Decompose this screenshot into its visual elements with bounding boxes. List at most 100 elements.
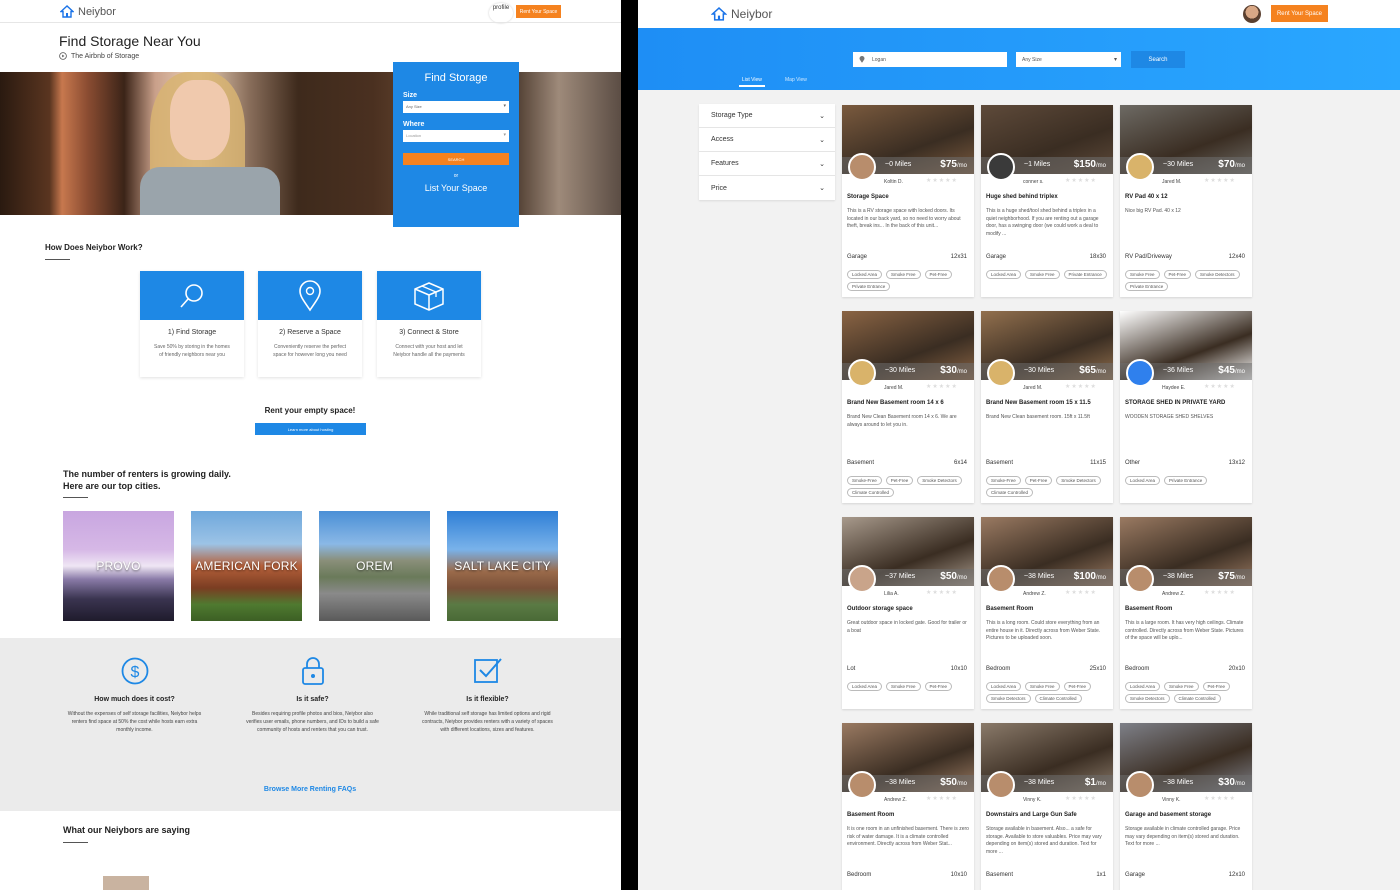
feature-tag: Locked Area bbox=[847, 270, 883, 279]
feature-tag: Smoke Free bbox=[1025, 270, 1060, 279]
listing-title: RV Pad 40 x 12 bbox=[1125, 194, 1168, 200]
filter-storage-type[interactable]: Storage Type ⌄ bbox=[699, 104, 835, 128]
step-icon-box bbox=[377, 271, 481, 320]
listing-type: Lot bbox=[847, 666, 856, 672]
distance: ~37 Miles bbox=[885, 573, 916, 580]
filter-access[interactable]: Access ⌄ bbox=[699, 128, 835, 152]
profile-avatar[interactable]: profile bbox=[489, 3, 513, 23]
play-circle-icon bbox=[59, 52, 67, 60]
browse-faqs-link[interactable]: Browse More Renting FAQs bbox=[245, 786, 375, 793]
listing-card[interactable]: ~0 Miles $75/mo Koltin D. ★★★★★ Storage Spac… bbox=[842, 105, 974, 297]
renters-heading: The number of renters is growing daily. … bbox=[63, 468, 231, 492]
learn-hosting-button[interactable]: Learn more about hosting bbox=[255, 423, 366, 435]
listing-card[interactable]: ~38 Miles $50/mo Andrew Z. ★★★★★ Basement Ro… bbox=[842, 723, 974, 890]
listing-title: STORAGE SHED IN PRIVATE YARD bbox=[1125, 400, 1226, 406]
search-button[interactable]: Search bbox=[1131, 51, 1185, 68]
feature-tag: Smoke Free bbox=[1125, 270, 1160, 279]
listing-size: 12x31 bbox=[950, 254, 967, 260]
listing-card[interactable]: ~38 Miles $30/mo Vinny K. ★★★★★ Garage and b… bbox=[1120, 723, 1252, 890]
faq-question: Is it safe? bbox=[296, 696, 329, 703]
size-value: Any Size bbox=[1022, 56, 1042, 63]
feature-tag: Private Entrance bbox=[1164, 476, 1208, 485]
filter-features[interactable]: Features ⌄ bbox=[699, 152, 835, 176]
listing-title: Brand New Basement room 14 x 6 bbox=[847, 400, 944, 406]
city-card-orem[interactable]: OREM bbox=[319, 511, 430, 621]
listing-desc: It is one room in an unfinished basement… bbox=[847, 826, 969, 847]
price-unit: /mo bbox=[956, 781, 967, 787]
city-card-american-fork[interactable]: AMERICAN FORK bbox=[191, 511, 302, 621]
distance: ~38 Miles bbox=[1163, 779, 1194, 786]
listing-card[interactable]: ~1 Miles $150/mo conner s. ★★★★★ Huge shed b… bbox=[981, 105, 1113, 297]
rating-stars-icon: ★★★★★ bbox=[926, 796, 958, 802]
listing-card[interactable]: ~38 Miles $1/mo Vinny K. ★★★★★ Downstairs an… bbox=[981, 723, 1113, 890]
header-divider bbox=[0, 22, 621, 23]
price: $30/mo bbox=[1218, 777, 1245, 788]
tab-map-view[interactable]: Map View bbox=[785, 77, 807, 83]
listing-desc: Storage available in climate controlled … bbox=[1125, 826, 1241, 847]
listing-card[interactable]: ~38 Miles $75/mo Andrew Z. ★★★★★ Basement Ro… bbox=[1120, 517, 1252, 709]
feature-tag: Pet-Free bbox=[1024, 476, 1053, 485]
price-amount: $1 bbox=[1084, 777, 1096, 788]
brand-logo[interactable]: Neiybor bbox=[60, 5, 116, 18]
price-unit: /mo bbox=[1234, 369, 1245, 375]
listing-type: Garage bbox=[1125, 872, 1146, 878]
listing-card[interactable]: ~37 Miles $50/mo Lilia A. ★★★★★ Outdoor stor… bbox=[842, 517, 974, 709]
host-avatar bbox=[1126, 153, 1154, 181]
size-select[interactable]: Any Size ▾ bbox=[1016, 52, 1121, 67]
brand-logo[interactable]: Neiybor bbox=[711, 7, 772, 21]
listing-desc: Brand New Clean Basement room 14 x 6. We… bbox=[847, 414, 957, 428]
listing-size: 11x15 bbox=[1090, 460, 1106, 466]
listing-title: Brand New Basement room 15 x 11.5 bbox=[986, 400, 1091, 406]
tab-list-view[interactable]: List View bbox=[742, 77, 762, 83]
listing-card[interactable]: ~30 Miles $65/mo Jared M. ★★★★★ Brand New Ba… bbox=[981, 311, 1113, 503]
dollar-circle-icon: $ bbox=[121, 657, 148, 685]
feature-tag: Locked Area bbox=[1125, 476, 1161, 485]
search-button[interactable]: SEARCH bbox=[403, 153, 509, 165]
feature-tags: Smoke Free Pet-Free Smoke Detectors Private… bbox=[1125, 270, 1249, 291]
price-unit: /mo bbox=[1095, 781, 1106, 787]
location-input[interactable]: Logan bbox=[853, 52, 1007, 67]
host-name: Jared M. bbox=[1162, 179, 1182, 185]
listing-size: 6x14 bbox=[953, 460, 967, 466]
feature-tag: Locked Area bbox=[986, 682, 1022, 691]
feature-tag: Climate Controlled bbox=[1034, 694, 1082, 703]
host-name: Lilia A. bbox=[884, 591, 899, 597]
checkbox-icon bbox=[473, 658, 502, 683]
listing-desc: This is a long room. Could store everyth… bbox=[986, 620, 1101, 641]
filter-label: Price bbox=[711, 184, 727, 192]
filter-label: Access bbox=[711, 136, 734, 143]
box-icon bbox=[414, 281, 444, 311]
listing-size: 12x10 bbox=[1228, 872, 1245, 878]
price-amount: $70 bbox=[1218, 159, 1235, 170]
feature-tag: Smoke-Free bbox=[986, 476, 1021, 485]
listing-type: Bedroom bbox=[986, 666, 1011, 672]
rating-stars-icon: ★★★★★ bbox=[1204, 590, 1236, 596]
user-avatar[interactable] bbox=[1243, 5, 1261, 23]
step-desc: Connect with your host and let Neiybor h… bbox=[393, 344, 465, 358]
location-input[interactable]: Location bbox=[403, 130, 509, 142]
listing-desc: This is a large room. It has very high c… bbox=[1125, 620, 1244, 641]
find-storage-box: Find Storage Size Any Size Where Locatio… bbox=[393, 62, 519, 227]
listing-card[interactable]: ~36 Miles $45/mo Haydee E. ★★★★★ STORAGE SHE… bbox=[1120, 311, 1252, 503]
rent-your-space-button[interactable]: Rent Your Space bbox=[516, 5, 561, 18]
price-unit: /mo bbox=[956, 575, 967, 581]
rating-stars-icon: ★★★★★ bbox=[1065, 384, 1097, 390]
feature-tags: Locked Area Smoke Free Pet-Free bbox=[847, 682, 971, 691]
feature-tags: Locked Area Private Entrance bbox=[1125, 476, 1249, 485]
faq-flexible: Is it flexible? While traditional self s… bbox=[420, 656, 555, 734]
chevron-down-icon: ⌄ bbox=[819, 160, 825, 168]
listing-card[interactable]: ~30 Miles $30/mo Jared M. ★★★★★ Brand New Ba… bbox=[842, 311, 974, 503]
filter-price[interactable]: Price ⌄ bbox=[699, 176, 835, 200]
listing-card[interactable]: ~38 Miles $100/mo Andrew Z. ★★★★★ Basement R… bbox=[981, 517, 1113, 709]
hero-image bbox=[0, 72, 621, 215]
price: $70/mo bbox=[1218, 159, 1245, 170]
city-card-salt-lake-city[interactable]: SALT LAKE CITY bbox=[447, 511, 558, 621]
rent-your-space-button[interactable]: Rent Your Space bbox=[1271, 5, 1328, 22]
distance: ~38 Miles bbox=[1024, 779, 1055, 786]
listing-desc: Great outdoor space in locked gate. Good… bbox=[847, 620, 967, 634]
faq-answer: Without the expenses of self storage fac… bbox=[67, 711, 202, 733]
listing-card[interactable]: ~30 Miles $70/mo Jared M. ★★★★★ RV Pad 40 x … bbox=[1120, 105, 1252, 297]
size-select[interactable]: Any Size bbox=[403, 101, 509, 113]
city-card-provo[interactable]: PROVO bbox=[63, 511, 174, 621]
list-your-space-link[interactable]: List Your Space bbox=[403, 183, 509, 193]
